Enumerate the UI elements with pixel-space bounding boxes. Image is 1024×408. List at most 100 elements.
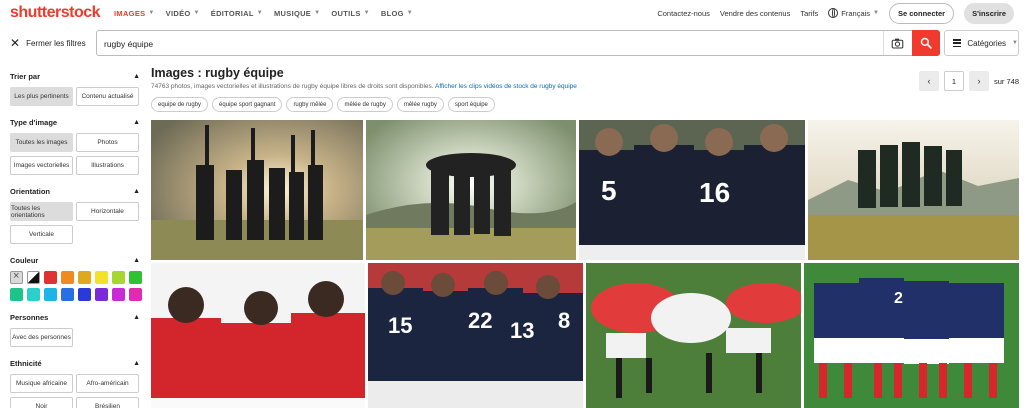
photo-team-huddle-sun[interactable] [366, 120, 576, 260]
search-row: ✕ Fermer les filtres Catégories ▼ [0, 30, 1024, 56]
svg-text:2: 2 [894, 290, 903, 307]
ethnicity-african-chip[interactable]: Musique africaine [10, 374, 73, 393]
chevron-up-icon: ▲ [133, 118, 140, 126]
page-number-input[interactable]: 1 [943, 71, 964, 91]
color-swatch[interactable] [129, 271, 142, 284]
sort-relevant-chip[interactable]: Les plus pertinents [10, 87, 73, 106]
orientation-vertical-chip[interactable]: Verticale [10, 225, 73, 244]
next-page-button[interactable]: › [968, 71, 989, 91]
nav-editorial[interactable]: ÉDITORIAL ▼ [211, 9, 263, 18]
top-nav: shutterstock IMAGES ▼ VIDÉO ▼ ÉDITORIAL ▼ M… [0, 0, 1024, 26]
svg-text:8: 8 [558, 308, 570, 333]
type-vectors-chip[interactable]: Images vectorielles [10, 156, 73, 175]
photo-navy-jerseys-huddle[interactable]: 5 16 [579, 120, 805, 260]
color-swatch[interactable] [112, 288, 125, 301]
camera-icon[interactable] [883, 31, 911, 55]
categories-dropdown[interactable]: Catégories ▼ [944, 30, 1019, 56]
filter-ethnicity-header[interactable]: Ethnicité ▲ [10, 355, 140, 371]
color-swatch[interactable] [78, 288, 91, 301]
nav-tools-label: OUTILS [331, 8, 361, 18]
color-swatch[interactable] [44, 271, 57, 284]
login-button[interactable]: Se connecter [889, 2, 955, 24]
nav-music-label: MUSIQUE [274, 8, 312, 18]
color-swatch[interactable] [129, 288, 142, 301]
color-swatch[interactable] [61, 271, 74, 284]
related-tag[interactable]: mêlée rugby [396, 97, 444, 112]
related-tags: equipe de rugby équipe sport gagnant rug… [151, 97, 1019, 112]
nav-music[interactable]: MUSIQUE ▼ [274, 9, 320, 18]
categories-label: Catégories [967, 38, 1007, 48]
color-swatch[interactable] [95, 271, 108, 284]
filter-type: Type d'image ▲ Toutes les images Photos I… [10, 114, 140, 175]
ethnicity-black-chip[interactable]: Noir [10, 397, 73, 408]
related-tag[interactable]: sport équipe [447, 97, 495, 112]
close-icon: ✕ [10, 36, 21, 50]
filter-color-header[interactable]: Couleur ▲ [10, 252, 140, 268]
color-swatch[interactable] [95, 288, 108, 301]
related-tag[interactable]: mêlée de rugby [337, 97, 393, 112]
photo-red-jerseys-embrace[interactable] [151, 263, 365, 408]
main-nav-links: IMAGES ▼ VIDÉO ▼ ÉDITORIAL ▼ MUSIQUE ▼ OUTIL… [114, 9, 413, 18]
filter-orientation-header[interactable]: Orientation ▲ [10, 183, 140, 199]
close-filters-button[interactable]: ✕ Fermer les filtres [10, 30, 90, 56]
chevron-down-icon: ▼ [363, 10, 370, 16]
color-swatch[interactable] [61, 288, 74, 301]
search-input[interactable] [104, 36, 864, 52]
filter-sort-header[interactable]: Trier par ▲ [10, 68, 140, 84]
color-swatch[interactable] [27, 288, 40, 301]
photo-huddle-field-mountains[interactable] [808, 120, 1019, 260]
nav-tools[interactable]: OUTILS ▼ [331, 9, 370, 18]
pagination: ‹ 1 › sur 748 [918, 71, 1019, 91]
nav-video[interactable]: VIDÉO ▼ [166, 9, 200, 18]
nav-images-label: IMAGES [114, 8, 146, 18]
type-all-chip[interactable]: Toutes les images [10, 133, 73, 152]
filter-type-title: Type d'image [10, 117, 58, 127]
prev-page-button[interactable]: ‹ [918, 71, 939, 91]
svg-text:15: 15 [388, 313, 412, 338]
color-swatch[interactable] [78, 271, 91, 284]
related-tag[interactable]: equipe de rugby [151, 97, 209, 112]
chevron-down-icon: ▼ [148, 10, 155, 16]
search-button[interactable] [912, 30, 940, 56]
sell-content-link[interactable]: Vendre des contenus [720, 9, 790, 18]
people-with-chip[interactable]: Avec des personnes [10, 328, 73, 347]
chevron-down-icon: ▼ [1012, 40, 1018, 46]
related-tag[interactable]: rugby mêlée [286, 97, 334, 112]
results-count-text: 74763 photos, images vectorielles et ill… [151, 83, 434, 90]
color-swatch[interactable] [44, 288, 57, 301]
nav-blog[interactable]: BLOG ▼ [381, 9, 413, 18]
list-icon [953, 39, 962, 47]
language-label: Français [841, 8, 871, 18]
page-title: Images : rugby équipe [151, 66, 284, 80]
photo-team-celebration[interactable] [151, 120, 363, 260]
ethnicity-african-american-chip[interactable]: Afro-américain [76, 374, 139, 393]
filter-type-header[interactable]: Type d'image ▲ [10, 114, 140, 130]
contact-link[interactable]: Contactez-nous [657, 9, 710, 18]
results-header: Images : rugby équipe 74763 photos, imag… [151, 66, 1019, 112]
pricing-link[interactable]: Tarifs [800, 9, 818, 18]
color-clear-swatch[interactable] [10, 270, 23, 284]
signup-button[interactable]: S'inscrire [964, 2, 1014, 24]
photo-blue-team-huddle[interactable]: 2 [804, 263, 1019, 408]
color-swatch[interactable] [112, 271, 125, 284]
photo-navy-numbers-huddle[interactable]: 15 22 13 8 [368, 263, 583, 408]
language-selector[interactable]: Français ▼ [828, 8, 879, 18]
shutterstock-logo[interactable]: shutterstock [10, 4, 101, 22]
photo-scrum-red-white[interactable] [586, 263, 801, 408]
ethnicity-brazilian-chip[interactable]: Brésilien [76, 397, 139, 408]
sort-fresh-chip[interactable]: Contenu actualisé [76, 87, 139, 106]
type-photos-chip[interactable]: Photos [76, 133, 139, 152]
orientation-all-chip[interactable]: Toutes les orientations [10, 202, 73, 221]
chevron-up-icon: ▲ [133, 256, 140, 264]
type-illustrations-chip[interactable]: Illustrations [76, 156, 139, 175]
video-clips-link[interactable]: Afficher les clips vidéos de stock de ru… [435, 83, 577, 90]
color-bw-swatch[interactable] [27, 271, 40, 284]
related-tag[interactable]: équipe sport gagnant [212, 97, 283, 112]
color-swatch[interactable] [10, 288, 23, 301]
nav-video-label: VIDÉO [165, 8, 191, 18]
orientation-horizontal-chip[interactable]: Horizontale [76, 202, 139, 221]
chevron-down-icon: ▼ [314, 10, 321, 16]
filter-people-title: Personnes [10, 312, 49, 322]
nav-images[interactable]: IMAGES ▼ [114, 9, 155, 18]
filter-people-header[interactable]: Personnes ▲ [10, 309, 140, 325]
